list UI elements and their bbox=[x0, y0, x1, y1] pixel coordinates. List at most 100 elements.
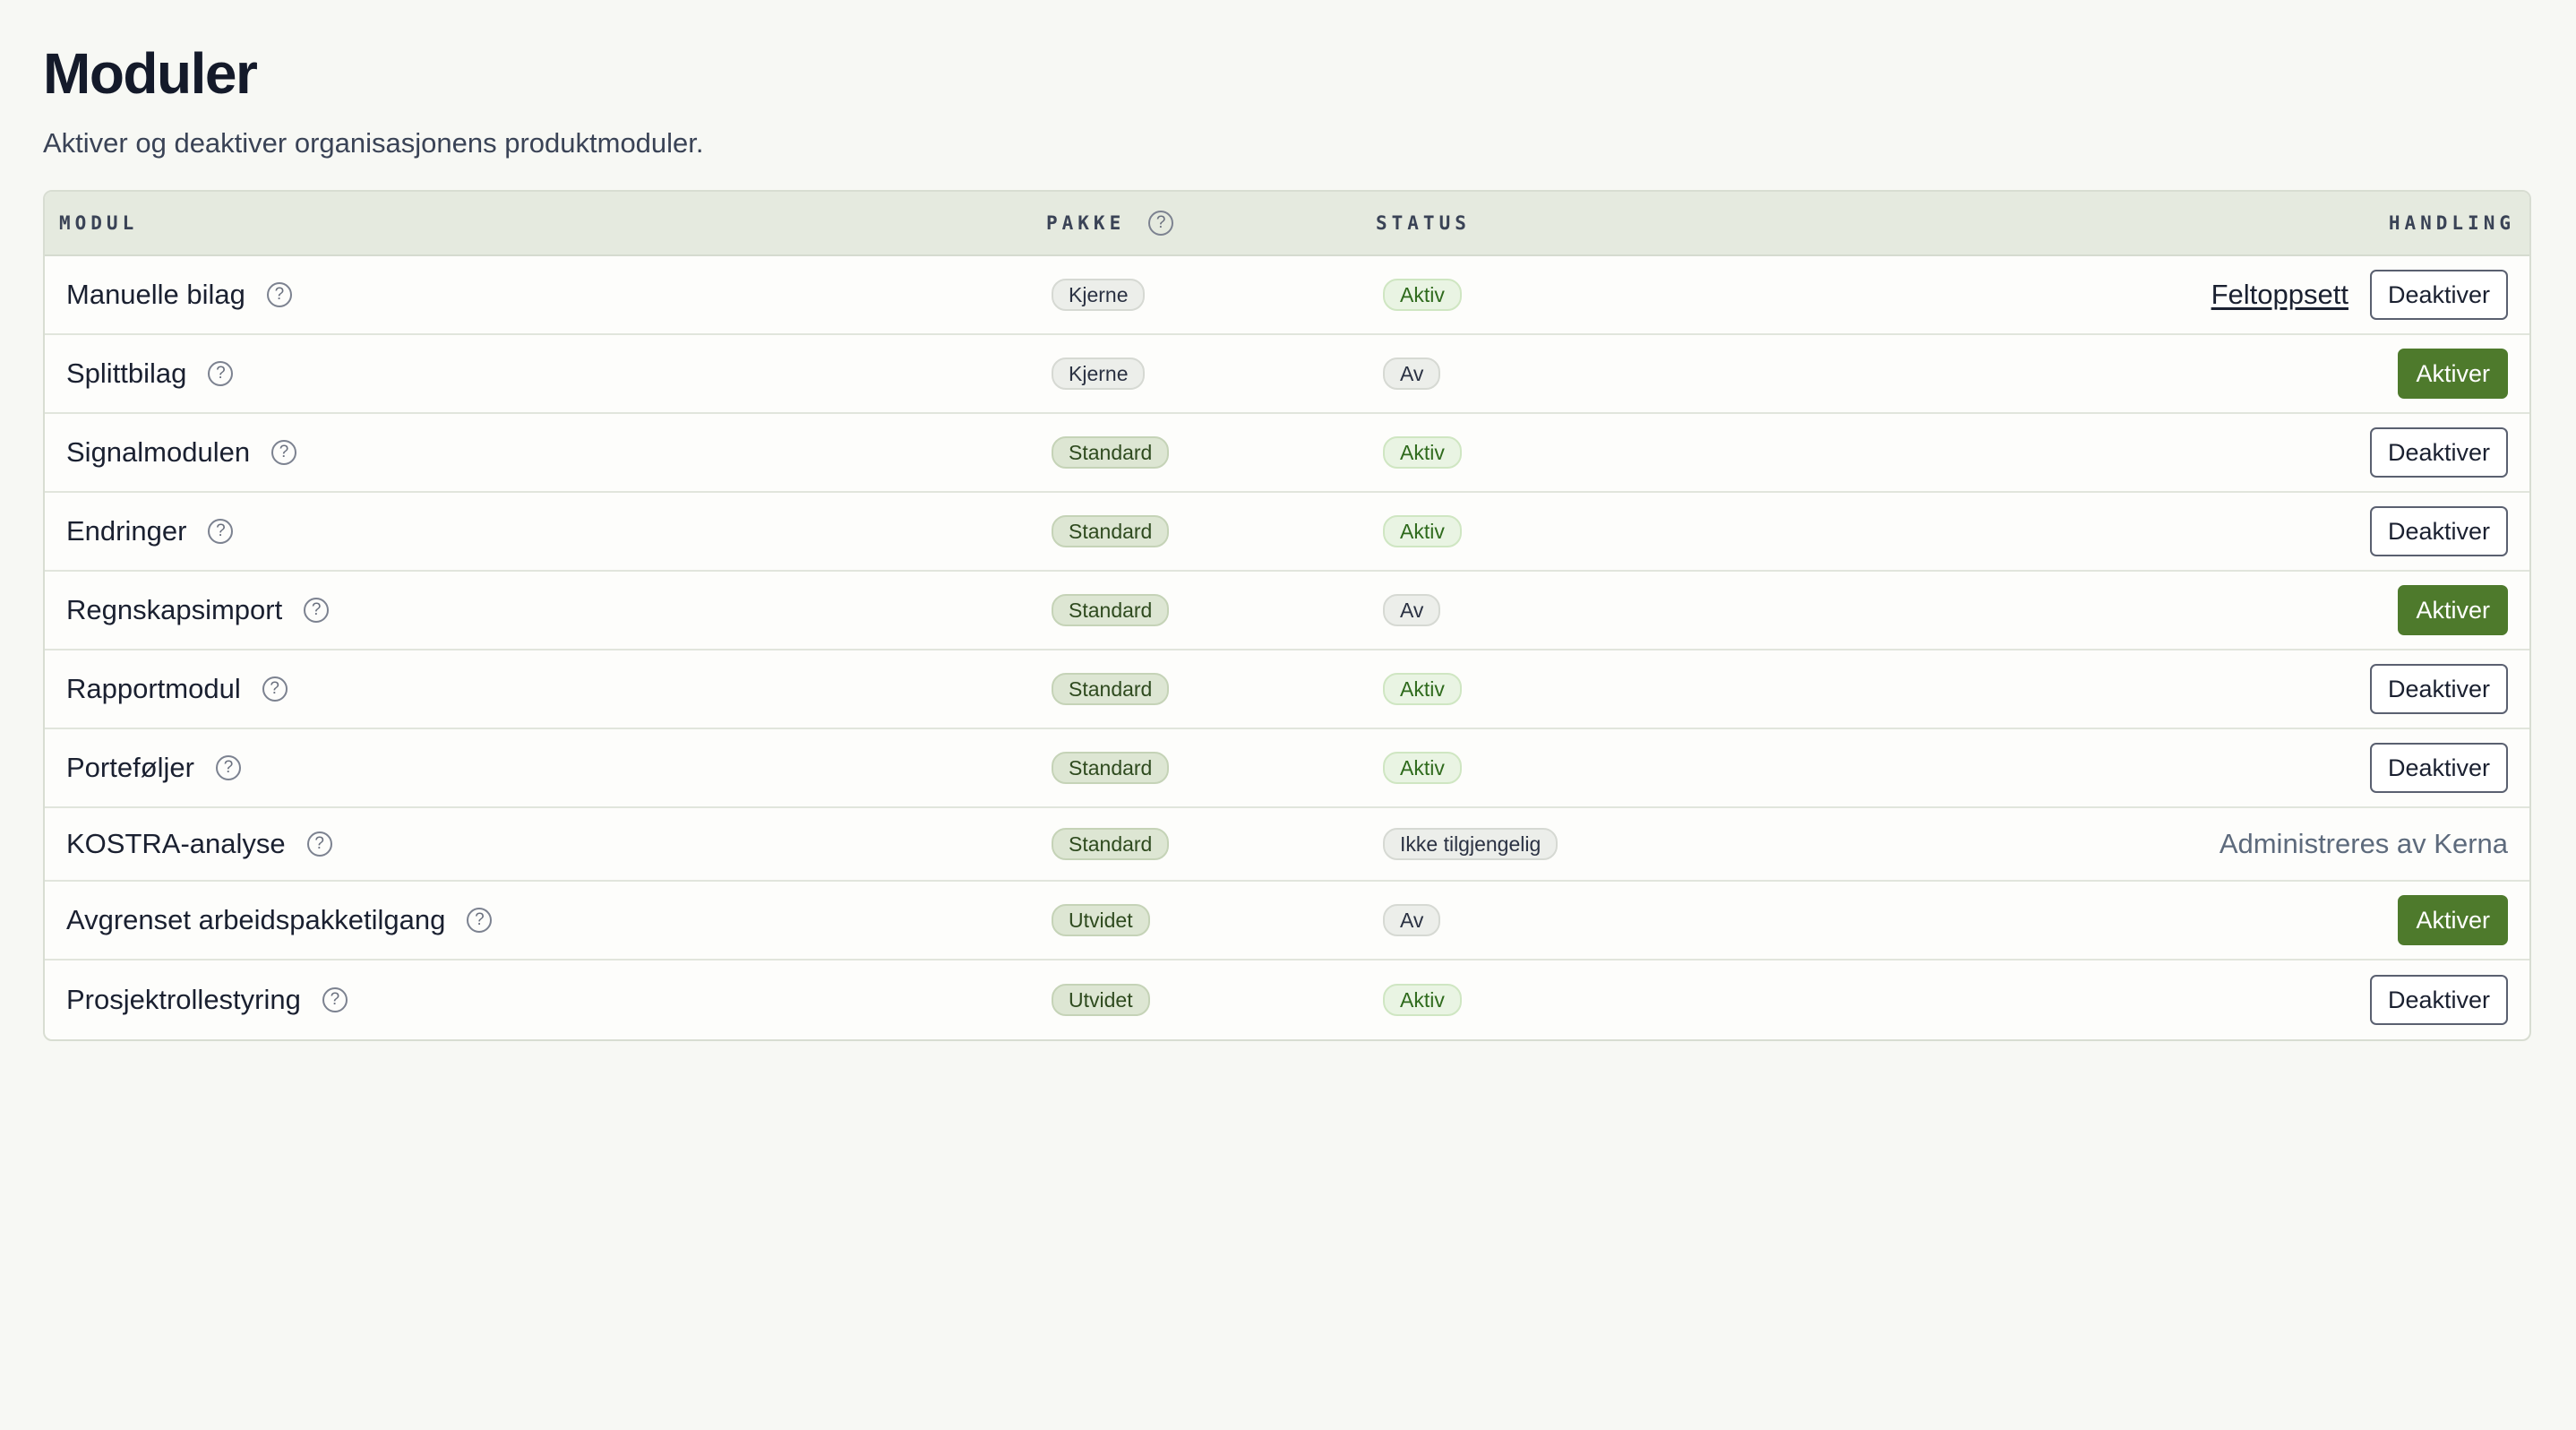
page: Moduler Aktiver og deaktiver organisasjo… bbox=[0, 0, 2576, 161]
package-badge: Standard bbox=[1052, 594, 1170, 626]
table-row: KOSTRA-analyse? Standard Ikke tilgjengelig… bbox=[45, 808, 2529, 882]
deactivate-button[interactable]: Deaktiver bbox=[2369, 270, 2508, 320]
module-name-cell: Signalmodulen? bbox=[66, 414, 297, 491]
column-header-handling: HANDLING bbox=[2389, 212, 2515, 234]
module-help-icon[interactable]: ? bbox=[215, 755, 241, 780]
module-help-icon[interactable]: ? bbox=[262, 676, 288, 702]
package-badge: Standard bbox=[1052, 752, 1170, 784]
table-row: Signalmodulen? Standard Aktiv Deaktiver bbox=[45, 414, 2529, 493]
module-name: Manuelle bilag bbox=[66, 279, 245, 310]
activate-button[interactable]: Aktiver bbox=[2398, 895, 2508, 945]
action-cell: Aktiver bbox=[2398, 572, 2508, 649]
module-name-cell: KOSTRA-analyse? bbox=[66, 808, 332, 880]
status-badge: Aktiv bbox=[1383, 436, 1462, 469]
status-badge: Aktiv bbox=[1383, 752, 1462, 784]
status-cell: Aktiv bbox=[1383, 729, 1462, 806]
status-cell: Aktiv bbox=[1383, 961, 1462, 1039]
module-help-icon[interactable]: ? bbox=[467, 908, 493, 933]
column-header-status: STATUS bbox=[1376, 212, 1471, 234]
module-help-icon[interactable]: ? bbox=[208, 361, 234, 386]
package-badge: Utvidet bbox=[1052, 904, 1150, 936]
package-cell: Standard bbox=[1052, 729, 1170, 806]
table-row: Prosjektrollestyring? Utvidet Aktiv Deaktiv… bbox=[45, 961, 2529, 1039]
status-badge: Aktiv bbox=[1383, 515, 1462, 547]
package-badge: Kjerne bbox=[1052, 358, 1146, 390]
module-help-icon[interactable]: ? bbox=[306, 831, 332, 857]
table-row: Splittbilag? Kjerne Av Aktiver bbox=[45, 335, 2529, 414]
column-header-status-label: STATUS bbox=[1376, 212, 1471, 234]
module-name: Porteføljer bbox=[66, 752, 194, 783]
package-badge: Standard bbox=[1052, 673, 1170, 705]
module-name: Regnskapsimport bbox=[66, 594, 283, 625]
table-body: Manuelle bilag? Kjerne Aktiv Feltoppsett Dea… bbox=[45, 256, 2529, 1039]
package-cell: Standard bbox=[1052, 650, 1170, 728]
package-badge: Standard bbox=[1052, 515, 1170, 547]
package-badge: Kjerne bbox=[1052, 279, 1146, 311]
status-badge: Aktiv bbox=[1383, 673, 1462, 705]
field-setup-link[interactable]: Feltoppsett bbox=[2211, 279, 2348, 311]
package-cell: Kjerne bbox=[1052, 335, 1146, 412]
table-row: Rapportmodul? Standard Aktiv Deaktiver bbox=[45, 650, 2529, 729]
module-name: Splittbilag bbox=[66, 358, 187, 389]
action-cell: Deaktiver bbox=[2369, 961, 2508, 1039]
status-badge: Av bbox=[1383, 358, 1441, 390]
column-header-modul: MODUL bbox=[59, 212, 138, 234]
status-cell: Aktiv bbox=[1383, 414, 1462, 491]
module-name: Endringer bbox=[66, 515, 187, 547]
module-name: KOSTRA-analyse bbox=[66, 828, 286, 859]
pakke-help-icon[interactable]: ? bbox=[1148, 211, 1174, 236]
status-badge: Aktiv bbox=[1383, 984, 1462, 1016]
page-title: Moduler bbox=[43, 41, 258, 106]
column-header-pakke: PAKKE ? bbox=[1046, 211, 1174, 236]
activate-button[interactable]: Aktiver bbox=[2398, 349, 2508, 399]
module-name-cell: Avgrenset arbeidspakketilgang? bbox=[66, 882, 493, 959]
module-help-icon[interactable]: ? bbox=[208, 519, 234, 544]
package-cell: Utvidet bbox=[1052, 961, 1150, 1039]
module-name-cell: Endringer? bbox=[66, 493, 234, 570]
table-row: Porteføljer? Standard Aktiv Deaktiver bbox=[45, 729, 2529, 808]
managed-by-text: Administreres av Kerna bbox=[2219, 828, 2508, 859]
package-cell: Kjerne bbox=[1052, 256, 1146, 333]
module-name: Prosjektrollestyring bbox=[66, 984, 301, 1015]
package-cell: Standard bbox=[1052, 572, 1170, 649]
status-badge: Av bbox=[1383, 594, 1441, 626]
column-header-handling-label: HANDLING bbox=[2388, 212, 2515, 234]
package-cell: Standard bbox=[1052, 493, 1170, 570]
module-name: Signalmodulen bbox=[66, 436, 251, 468]
status-cell: Ikke tilgjengelig bbox=[1383, 808, 1558, 880]
package-badge: Standard bbox=[1052, 828, 1170, 860]
module-help-icon[interactable]: ? bbox=[322, 987, 348, 1012]
status-badge: Aktiv bbox=[1383, 279, 1462, 311]
deactivate-button[interactable]: Deaktiver bbox=[2369, 506, 2508, 556]
page-subtitle: Aktiver og deaktiver organisasjonens pro… bbox=[43, 127, 704, 159]
action-cell: Deaktiver bbox=[2369, 650, 2508, 728]
table-row: Avgrenset arbeidspakketilgang? Utvidet Av A… bbox=[45, 882, 2529, 961]
module-help-icon[interactable]: ? bbox=[266, 282, 292, 307]
column-header-modul-label: MODUL bbox=[59, 212, 139, 234]
action-cell: Aktiver bbox=[2398, 882, 2508, 959]
module-name: Avgrenset arbeidspakketilgang bbox=[66, 904, 446, 935]
status-badge: Ikke tilgjengelig bbox=[1383, 828, 1558, 860]
activate-button[interactable]: Aktiver bbox=[2398, 585, 2508, 635]
status-badge: Av bbox=[1383, 904, 1441, 936]
action-cell: Deaktiver bbox=[2369, 414, 2508, 491]
deactivate-button[interactable]: Deaktiver bbox=[2369, 743, 2508, 793]
action-cell: Aktiver bbox=[2398, 335, 2508, 412]
status-cell: Aktiv bbox=[1383, 256, 1462, 333]
action-cell: Administreres av Kerna bbox=[2220, 808, 2508, 880]
column-header-pakke-label: PAKKE bbox=[1046, 212, 1126, 234]
action-cell: Deaktiver bbox=[2369, 729, 2508, 806]
action-cell: Deaktiver bbox=[2369, 493, 2508, 570]
module-name-cell: Manuelle bilag? bbox=[66, 256, 292, 333]
module-help-icon[interactable]: ? bbox=[271, 440, 297, 465]
package-cell: Standard bbox=[1052, 414, 1170, 491]
package-cell: Utvidet bbox=[1052, 882, 1150, 959]
status-cell: Av bbox=[1383, 335, 1441, 412]
status-cell: Av bbox=[1383, 572, 1441, 649]
module-name: Rapportmodul bbox=[66, 673, 241, 704]
deactivate-button[interactable]: Deaktiver bbox=[2369, 664, 2508, 714]
module-help-icon[interactable]: ? bbox=[304, 598, 330, 623]
table-row: Endringer? Standard Aktiv Deaktiver bbox=[45, 493, 2529, 572]
deactivate-button[interactable]: Deaktiver bbox=[2369, 975, 2508, 1025]
deactivate-button[interactable]: Deaktiver bbox=[2369, 427, 2508, 478]
